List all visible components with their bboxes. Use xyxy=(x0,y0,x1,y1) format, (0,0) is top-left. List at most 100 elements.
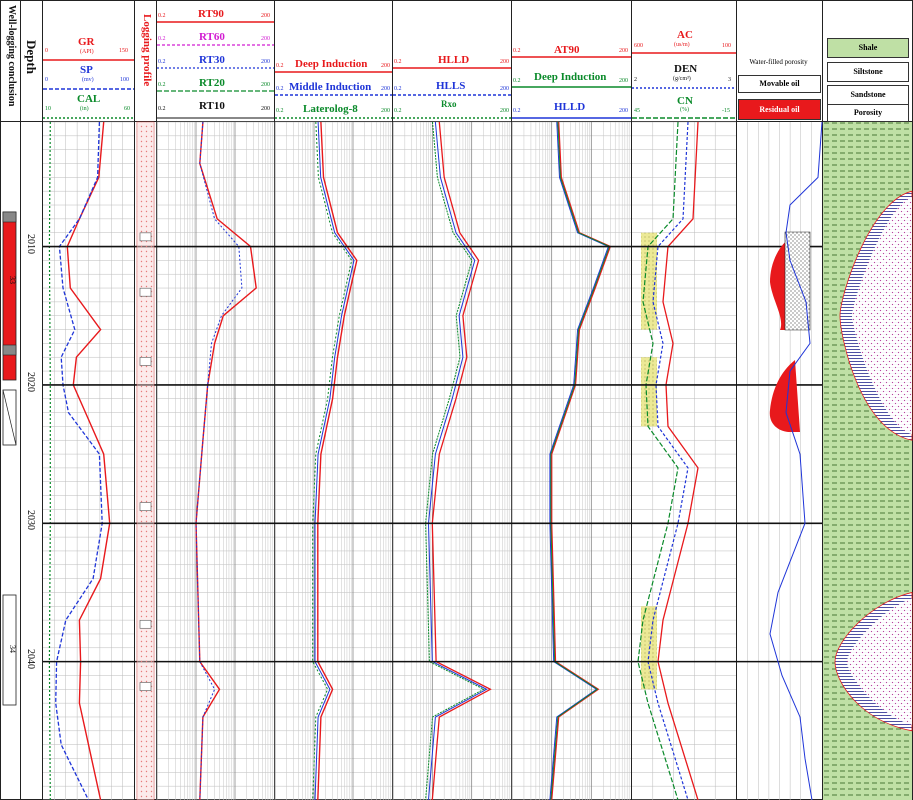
t5-rxo-min: 0.2 xyxy=(394,108,402,114)
cal-min: 10 xyxy=(45,106,51,112)
cn-min: 45 xyxy=(634,108,640,114)
t5-rxo-max: 200 xyxy=(500,108,509,114)
t5-hlld-label: HLLD xyxy=(438,54,470,66)
movable-oil-label: Movable oil xyxy=(738,75,821,93)
t4-middle-min: 0.2 xyxy=(276,86,284,92)
curve-hlld xyxy=(431,121,492,800)
gr-label: GR xyxy=(78,36,95,48)
gr-max: 150 xyxy=(119,48,128,54)
depth-tick-label: 2030 xyxy=(25,510,36,531)
ac-label: AC xyxy=(677,29,693,41)
deep-induction-label: Deep Induction xyxy=(295,58,368,70)
rt30-max: 200 xyxy=(261,59,270,65)
rt10-label: RT10 xyxy=(199,100,225,112)
rxo-label: Rxo xyxy=(441,99,457,109)
profile-marker xyxy=(139,502,152,511)
curve-ac xyxy=(657,121,699,800)
rt90-min: 0.2 xyxy=(158,13,166,19)
lithology-column xyxy=(823,122,913,800)
profile-marker xyxy=(139,357,152,366)
rt60-label: RT60 xyxy=(199,31,225,43)
rt90-label: RT90 xyxy=(198,8,224,20)
well-log-chart xyxy=(0,0,913,800)
rt60-min: 0.2 xyxy=(158,36,166,42)
den-label: DEN xyxy=(674,63,698,75)
siltstone-label: Siltstone xyxy=(827,62,909,82)
t5-hlld-max: 200 xyxy=(500,59,509,65)
porosity-label: Porosity xyxy=(827,104,909,122)
conclusion-header: Well-logging conclusion xyxy=(6,5,17,107)
depth-tick-label: 2020 xyxy=(25,371,36,392)
zone-33-label: 33 xyxy=(8,276,17,284)
sp-min: 0 xyxy=(45,77,48,83)
at90-min: 0.2 xyxy=(513,48,521,54)
profile-header: Logging profile xyxy=(141,14,153,87)
den-min: 2 xyxy=(634,77,637,83)
rt90-max: 200 xyxy=(261,13,270,19)
grid-lines xyxy=(43,121,812,800)
profile-marker xyxy=(139,619,152,629)
at90-max: 200 xyxy=(619,48,628,54)
rt20-max: 200 xyxy=(261,82,270,88)
cal-label: CAL xyxy=(77,93,101,105)
rt60-max: 200 xyxy=(261,36,270,42)
cn-max: -15 xyxy=(722,108,730,114)
middle-induction-label: Middle Induction xyxy=(289,81,372,93)
gr-unit: (API) xyxy=(80,49,94,55)
t4-ll8-min: 0.2 xyxy=(276,108,284,114)
rt30-label: RT30 xyxy=(199,54,225,66)
gr-min: 0 xyxy=(45,48,48,54)
t6-hlld-label: HLLD xyxy=(554,101,586,113)
profile-marker xyxy=(139,682,152,691)
zone-34-label: 34 xyxy=(8,645,17,653)
t6-hlld-max: 200 xyxy=(619,108,628,114)
sp-unit: (mv) xyxy=(82,77,94,83)
t5-hlld-min: 0.2 xyxy=(394,59,402,65)
cal-max: 60 xyxy=(124,106,130,112)
conclusion-zones xyxy=(2,211,17,706)
curve-cal xyxy=(48,121,51,800)
rt30-min: 0.2 xyxy=(158,59,166,65)
t6-hlld-min: 0.2 xyxy=(513,108,521,114)
t4-deep-max: 200 xyxy=(381,63,390,69)
sp-max: 100 xyxy=(120,77,129,83)
ac-unit: (us/m) xyxy=(674,42,690,48)
t4-middle-max: 200 xyxy=(381,86,390,92)
hlls-label: HLLS xyxy=(436,80,466,92)
rt10-min: 0.2 xyxy=(158,106,166,112)
t6-deep-min: 0.2 xyxy=(513,78,521,84)
depth-header: Depth xyxy=(24,40,39,74)
curve-cn xyxy=(637,121,679,800)
ac-max: 100 xyxy=(722,43,731,49)
t6-deep-max: 200 xyxy=(619,78,628,84)
residual-oil-label: Residual oil xyxy=(738,99,821,120)
curve-at90 xyxy=(551,121,612,800)
t5-hlls-min: 0.2 xyxy=(394,86,402,92)
cn-unit: (%) xyxy=(680,107,689,113)
depth-tick-label: 2040 xyxy=(25,648,36,669)
cn-label: CN xyxy=(677,95,693,107)
rt10-max: 200 xyxy=(261,106,270,112)
depth-tick-label: 2010 xyxy=(25,233,36,254)
t5-hlls-max: 200 xyxy=(500,86,509,92)
rt20-label: RT20 xyxy=(199,77,225,89)
curve-t6-deep xyxy=(550,121,610,800)
profile-marker xyxy=(139,232,152,242)
at90-label: AT90 xyxy=(554,44,580,56)
laterolog-label: Laterolog-8 xyxy=(303,103,358,115)
shale-label: Shale xyxy=(827,38,909,58)
t6-deep-label: Deep Induction xyxy=(534,71,607,83)
sp-label: SP xyxy=(80,64,93,76)
t4-ll8-max: 200 xyxy=(381,108,390,114)
cal-unit: (in) xyxy=(80,106,89,112)
water-porosity-label: Water-filled porosity xyxy=(749,57,808,66)
crossover-fill xyxy=(641,357,657,427)
t4-deep-min: 0.2 xyxy=(276,63,284,69)
den-unit: (g/cm³) xyxy=(673,76,691,82)
profile-marker xyxy=(139,287,152,297)
sandstone-label: Sandstone xyxy=(827,85,909,105)
porosity-curve xyxy=(769,121,823,800)
den-max: 3 xyxy=(728,77,731,83)
curve-den xyxy=(647,121,689,800)
ac-min: 600 xyxy=(634,43,643,49)
